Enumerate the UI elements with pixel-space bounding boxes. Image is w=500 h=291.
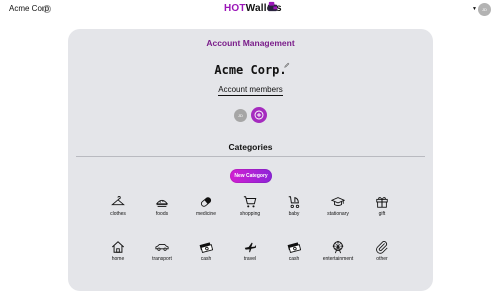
- plane-icon: [244, 242, 257, 253]
- category-gift[interactable]: gift: [362, 195, 402, 225]
- category-label: foods: [155, 211, 169, 217]
- company-name: Acme Corp.: [214, 63, 287, 77]
- category-transport[interactable]: transport: [142, 240, 182, 270]
- category-home[interactable]: home: [98, 240, 138, 270]
- account-members-link[interactable]: Account members: [68, 85, 433, 96]
- category-travel[interactable]: travel: [230, 240, 270, 270]
- category-label: stationary: [327, 211, 349, 217]
- user-avatar[interactable]: JD: [478, 3, 491, 16]
- categories-title: Categories: [228, 142, 273, 152]
- category-clothes[interactable]: clothes: [98, 195, 138, 225]
- category-label: cash: [200, 256, 212, 262]
- category-label: shopping: [239, 211, 261, 217]
- category-label: baby: [288, 211, 300, 217]
- plus-circle-icon: [254, 110, 264, 120]
- wallet-icon: [267, 1, 278, 12]
- category-foods[interactable]: foods: [142, 195, 182, 225]
- account-members-label: Account members: [218, 85, 283, 96]
- page-title: Account Management: [206, 38, 295, 48]
- graduation-cap-icon: [331, 197, 345, 206]
- brand-hot: HOT: [224, 3, 246, 14]
- cart-icon: [243, 196, 257, 208]
- category-cash[interactable]: cash: [186, 240, 226, 270]
- caret-down-icon[interactable]: ▼: [472, 6, 477, 12]
- home-icon: [111, 241, 125, 253]
- divider: [76, 156, 425, 157]
- cash-icon: [199, 242, 213, 254]
- pencil-icon[interactable]: [284, 62, 290, 68]
- top-bar: Acme Corp. i HOTWallets ▼ JD: [0, 0, 500, 22]
- category-other[interactable]: other: [362, 240, 402, 270]
- new-category-button[interactable]: New Category: [230, 169, 272, 183]
- category-label: clothes: [110, 211, 126, 217]
- category-shopping[interactable]: shopping: [230, 195, 270, 225]
- member-avatar[interactable]: JD: [234, 109, 247, 122]
- category-label: cash: [288, 256, 300, 262]
- category-label: gift: [378, 211, 386, 217]
- account-management-card: Account Management Acme Corp. Account me…: [68, 29, 433, 291]
- category-entertainment[interactable]: entertainment: [318, 240, 358, 270]
- paperclip-icon: [376, 241, 388, 254]
- category-label: medicine: [195, 211, 216, 217]
- stroller-icon: [288, 196, 300, 209]
- cash-icon: [287, 242, 301, 254]
- category-label: home: [111, 256, 125, 262]
- ferris-wheel-icon: [332, 240, 344, 254]
- category-label: travel: [243, 256, 257, 262]
- category-medicine[interactable]: medicine: [186, 195, 226, 225]
- category-label: transport: [152, 256, 172, 262]
- category-baby[interactable]: baby: [274, 195, 314, 225]
- category-cash[interactable]: cash: [274, 240, 314, 270]
- info-icon[interactable]: i: [43, 5, 51, 13]
- hanger-icon: [111, 196, 125, 206]
- category-label: other: [376, 256, 388, 262]
- car-icon: [155, 243, 169, 251]
- category-label: entertainment: [322, 256, 354, 262]
- gift-icon: [376, 196, 388, 208]
- food-icon: [155, 199, 169, 207]
- add-member-button[interactable]: [251, 107, 267, 123]
- pill-icon: [200, 197, 212, 207]
- category-stationary[interactable]: stationary: [318, 195, 358, 225]
